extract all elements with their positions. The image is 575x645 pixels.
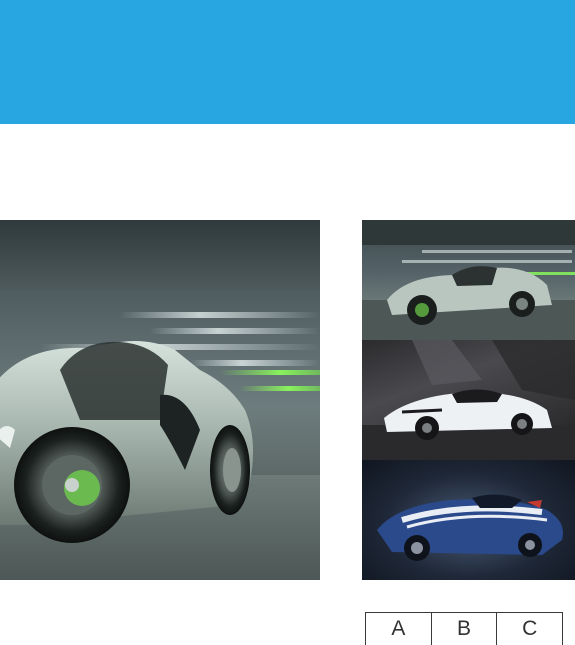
thumbnail-white-lamborghini[interactable] [362,340,575,460]
pager-button-c[interactable]: C [497,613,562,645]
thumbnail-silver-porsche[interactable] [362,220,575,340]
header-banner [0,0,575,124]
pager-button-b[interactable]: B [432,613,498,645]
thumbnail-blue-ferrari[interactable] [362,460,575,580]
car-illustration [362,220,575,340]
gallery-pager: A B C [365,612,563,645]
car-illustration [377,494,563,561]
car-illustration [362,340,575,460]
car-illustration [0,341,253,543]
pager-button-a[interactable]: A [366,613,432,645]
main-car-image [0,220,320,580]
